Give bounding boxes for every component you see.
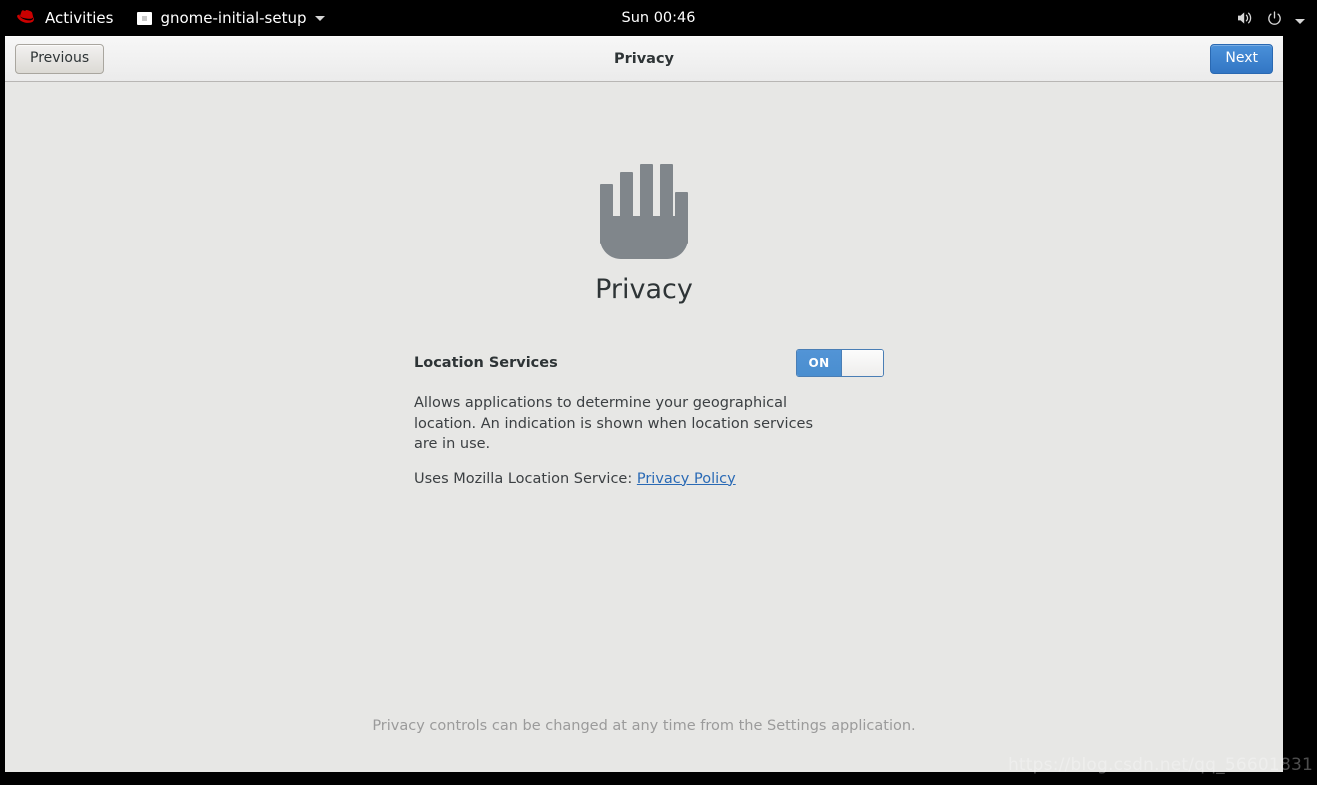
illustration-container: [5, 164, 1283, 266]
top-bar-left-group: Activities gnome-initial-setup: [0, 6, 330, 30]
chevron-down-icon: [314, 15, 325, 21]
location-services-label: Location Services: [414, 355, 558, 371]
window-header-bar: Previous Privacy Next: [5, 36, 1283, 82]
privacy-settings-panel: Location Services ON Allows applications…: [414, 347, 884, 487]
toggle-knob[interactable]: [841, 350, 883, 376]
activities-button[interactable]: Activities: [12, 6, 118, 30]
next-button[interactable]: Next: [1210, 44, 1273, 74]
app-menu-button[interactable]: gnome-initial-setup: [132, 6, 329, 30]
privacy-page-content: Privacy Location Services ON Allows appl…: [5, 82, 1283, 772]
system-menu-chevron-down-icon[interactable]: [1295, 9, 1305, 28]
previous-button[interactable]: Previous: [15, 44, 105, 74]
privacy-footer-note: Privacy controls can be changed at any t…: [372, 718, 916, 734]
location-services-description: Allows applications to determine your ge…: [414, 395, 814, 453]
page-title: Privacy: [613, 51, 675, 67]
location-services-toggle[interactable]: ON: [796, 349, 884, 377]
page-heading: Privacy: [595, 274, 693, 305]
location-services-row: Location Services ON: [414, 347, 884, 379]
redhat-logo-icon: [17, 10, 37, 26]
system-status-area[interactable]: [1236, 9, 1305, 28]
mozilla-location-service-line: Uses Mozilla Location Service: Privacy P…: [414, 471, 884, 487]
hand-stop-icon: [600, 164, 688, 266]
activities-label: Activities: [45, 9, 114, 27]
power-icon[interactable]: [1266, 10, 1283, 27]
privacy-policy-link[interactable]: Privacy Policy: [637, 471, 736, 487]
window-icon: [137, 11, 153, 25]
volume-icon[interactable]: [1236, 9, 1254, 27]
toggle-on-label: ON: [797, 350, 841, 376]
app-menu-label: gnome-initial-setup: [160, 9, 307, 27]
gnome-initial-setup-window: Previous Privacy Next Privacy Location S…: [5, 36, 1283, 772]
mls-prefix-label: Uses Mozilla Location Service:: [414, 470, 633, 487]
gnome-top-bar: Activities gnome-initial-setup Sun 00:46: [0, 0, 1317, 36]
